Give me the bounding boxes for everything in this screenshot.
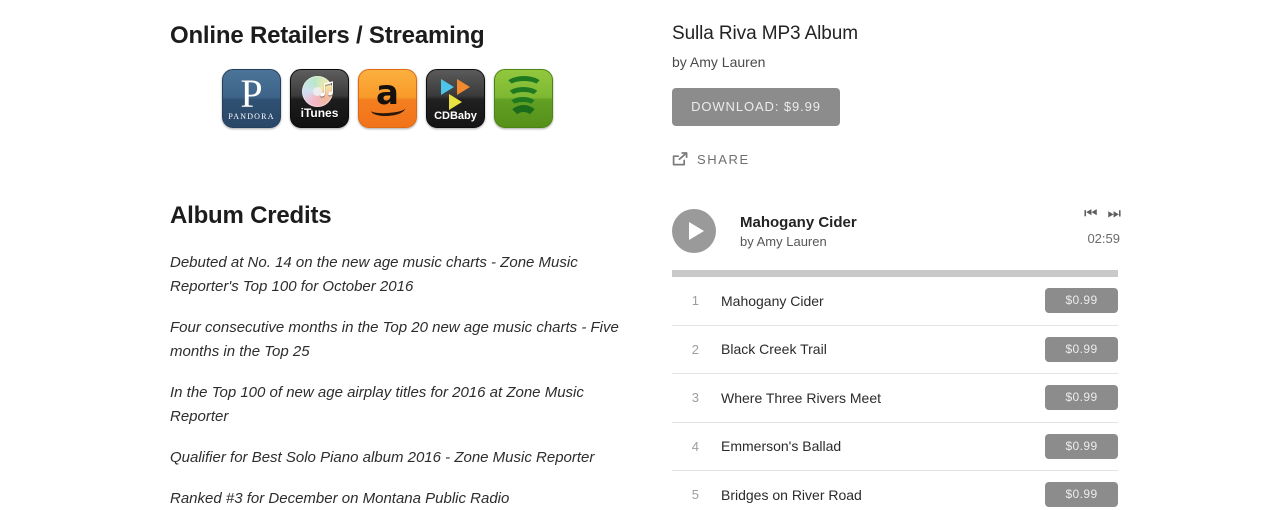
track-list: 1 Mahogany Cider $0.99 2 Black Creek Tra… bbox=[672, 277, 1120, 510]
play-button[interactable] bbox=[672, 209, 716, 253]
now-playing-title: Mahogany Cider bbox=[740, 213, 857, 231]
player-controls: ⏮ ⏭ 02:59 bbox=[1084, 206, 1121, 247]
track-number: 5 bbox=[691, 487, 699, 503]
share-button[interactable]: SHARE bbox=[672, 152, 762, 167]
table-row[interactable]: 2 Black Creek Trail $0.99 bbox=[672, 326, 1118, 374]
table-row[interactable]: 3 Where Three Rivers Meet $0.99 bbox=[672, 374, 1118, 423]
share-icon bbox=[672, 152, 688, 167]
track-title: Where Three Rivers Meet bbox=[721, 389, 882, 406]
amazon-swoosh-glyph bbox=[370, 102, 406, 118]
track-title: Mahogany Cider bbox=[721, 292, 824, 309]
track-price-button[interactable]: $0.99 bbox=[1045, 433, 1118, 459]
track-duration: 02:59 bbox=[1087, 231, 1120, 246]
track-price-button[interactable]: $0.99 bbox=[1045, 336, 1118, 362]
cdbaby-triangle-yellow bbox=[449, 94, 462, 111]
pandora-wordmark: PANDORA bbox=[228, 112, 275, 122]
skip-controls: ⏮ ⏭ bbox=[1084, 206, 1121, 222]
next-track-icon[interactable]: ⏭ bbox=[1107, 206, 1120, 222]
itunes-icon[interactable]: ♫ iTunes bbox=[290, 69, 349, 129]
album-title: Sulla Riva MP3 Album bbox=[672, 23, 858, 44]
track-title: Bridges on River Road bbox=[721, 486, 862, 503]
previous-track-icon[interactable]: ⏮ bbox=[1084, 206, 1097, 222]
spotify-icon[interactable] bbox=[494, 69, 553, 129]
share-label: SHARE bbox=[697, 152, 750, 167]
spotify-wave-4 bbox=[508, 105, 539, 127]
cdbaby-triangle-orange bbox=[457, 79, 470, 96]
track-price-button[interactable]: $0.99 bbox=[1045, 288, 1118, 314]
cdbaby-triangle-blue bbox=[441, 79, 454, 96]
itunes-label: iTunes bbox=[300, 106, 339, 121]
track-title: Black Creek Trail bbox=[721, 341, 827, 358]
cdbaby-label: CDBaby bbox=[434, 110, 477, 123]
track-number: 1 bbox=[691, 293, 699, 309]
table-row[interactable]: 1 Mahogany Cider $0.99 bbox=[672, 277, 1118, 326]
retailer-icon-row: P PANDORA ♫ iTunes a CDBaby bbox=[222, 69, 640, 129]
credit-line: Ranked #3 for December on Montana Public… bbox=[170, 490, 510, 508]
amazon-icon[interactable]: a bbox=[358, 69, 417, 129]
table-row[interactable]: 4 Emmerson's Ballad $0.99 bbox=[672, 423, 1118, 471]
credit-line: In the Top 100 of new age airplay titles… bbox=[170, 384, 584, 426]
credit-line: Qualifier for Best Solo Piano album 2016… bbox=[170, 449, 595, 467]
cdbaby-icon[interactable]: CDBaby bbox=[426, 69, 485, 129]
pandora-letter: P bbox=[240, 71, 263, 117]
track-title: Emmerson's Ballad bbox=[721, 438, 842, 455]
track-number: 4 bbox=[691, 438, 699, 454]
online-retailers-heading: Online Retailers / Streaming bbox=[170, 22, 485, 49]
album-artist: by Amy Lauren bbox=[672, 54, 766, 70]
left-column: Online Retailers / Streaming P PANDORA ♫… bbox=[170, 0, 640, 510]
album-credits-heading: Album Credits bbox=[170, 202, 332, 230]
audio-player: Mahogany Cider by Amy Lauren ⏮ ⏭ 02:59 bbox=[672, 204, 1121, 258]
table-row[interactable]: 5 Bridges on River Road $0.99 bbox=[672, 471, 1118, 510]
track-price-button[interactable]: $0.99 bbox=[1045, 385, 1118, 411]
now-playing-info: Mahogany Cider by Amy Lauren bbox=[740, 214, 857, 249]
album-page: Online Retailers / Streaming P PANDORA ♫… bbox=[0, 0, 1280, 510]
credit-line: Four consecutive months in the Top 20 ne… bbox=[170, 319, 619, 361]
download-album-button[interactable]: DOWNLOAD: $9.99 bbox=[672, 88, 840, 126]
now-playing-artist: by Amy Lauren bbox=[740, 233, 827, 249]
progress-bar[interactable] bbox=[672, 270, 1118, 277]
track-number: 3 bbox=[691, 390, 699, 406]
track-price-button[interactable]: $0.99 bbox=[1045, 482, 1118, 508]
credit-line: Debuted at No. 14 on the new age music c… bbox=[170, 254, 578, 296]
itunes-note-glyph: ♫ bbox=[317, 72, 337, 103]
track-number: 2 bbox=[691, 341, 699, 357]
pandora-icon[interactable]: P PANDORA bbox=[222, 69, 281, 129]
right-column: Sulla Riva MP3 Album by Amy Lauren DOWNL… bbox=[672, 0, 1121, 510]
